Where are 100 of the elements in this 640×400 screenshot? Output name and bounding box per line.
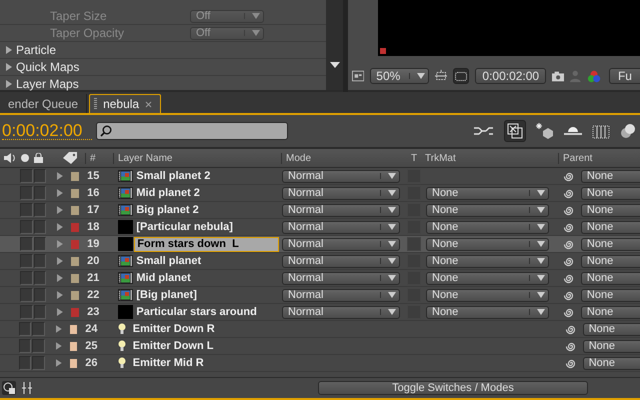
current-time-display[interactable]: 0:00:02:00	[2, 122, 92, 140]
color-channels-icon[interactable]	[586, 68, 601, 84]
mode-dropdown[interactable]: Normal	[282, 254, 400, 268]
timecode-display[interactable]: 0:00:02:00	[475, 68, 546, 84]
column-header[interactable]: #	[85, 152, 113, 164]
parent-dropdown[interactable]: None	[580, 254, 640, 268]
label-color-swatch[interactable]	[70, 342, 78, 350]
layout-icon[interactable]	[352, 70, 364, 82]
toggle-switches-modes-button[interactable]: Toggle Switches / Modes	[318, 381, 588, 395]
pick-whip-icon[interactable]	[563, 188, 574, 198]
preserve-transparency-checkbox[interactable]	[407, 237, 421, 251]
switch-box[interactable]	[19, 356, 32, 370]
collapsed-triangle-icon[interactable]	[6, 46, 12, 54]
solo-icon[interactable]	[21, 154, 29, 162]
expand-triangle-icon[interactable]	[56, 325, 62, 333]
expand-triangle-icon[interactable]	[56, 359, 62, 367]
parent-dropdown[interactable]: None	[582, 356, 640, 370]
pick-whip-icon[interactable]	[563, 204, 574, 216]
switch-box[interactable]	[34, 169, 46, 183]
track-matte-dropdown[interactable]: None	[426, 186, 550, 200]
switch-box[interactable]	[20, 169, 33, 183]
expand-triangle-icon[interactable]	[57, 308, 64, 316]
switch-box[interactable]	[20, 271, 33, 285]
flowchart-icon[interactable]	[474, 125, 494, 137]
lock-icon[interactable]	[34, 153, 43, 163]
switch-box[interactable]	[20, 203, 33, 217]
mode-dropdown[interactable]: Normal	[282, 220, 400, 234]
pick-whip-icon[interactable]	[563, 222, 574, 232]
layer-name[interactable]: Big planet 2	[134, 204, 282, 216]
expand-triangle-icon[interactable]	[57, 274, 64, 282]
label-color-swatch[interactable]	[71, 188, 80, 198]
column-header[interactable]: T	[411, 152, 421, 164]
pick-whip-icon[interactable]	[565, 340, 576, 352]
layer-row[interactable]: 21 Mid planet Normal None None	[0, 270, 640, 287]
layer-row[interactable]: 20 Small planet Normal None None	[0, 253, 640, 270]
track-matte-dropdown[interactable]: None	[426, 204, 550, 216]
switch-box[interactable]	[32, 356, 45, 370]
mode-dropdown[interactable]: Normal	[282, 186, 400, 200]
expand-triangle-icon[interactable]	[57, 189, 64, 197]
layer-name[interactable]: Mid planet 2	[134, 187, 282, 199]
pick-whip-icon[interactable]	[563, 306, 574, 318]
track-matte-dropdown[interactable]: None	[426, 272, 550, 284]
layer-row[interactable]: 25 Emitter Down L None	[0, 338, 640, 355]
pick-whip-icon[interactable]	[563, 256, 574, 266]
switch-box[interactable]	[20, 305, 33, 319]
layer-name[interactable]: Emitter Mid R	[130, 357, 274, 369]
expand-triangle-icon[interactable]	[57, 206, 64, 214]
pick-whip-icon[interactable]	[563, 290, 574, 300]
expand-triangle-icon[interactable]	[57, 223, 64, 231]
switch-box[interactable]	[20, 237, 32, 251]
layer-row[interactable]: 22 [Big planet] Normal None None	[0, 287, 640, 304]
track-matte-dropdown[interactable]: None	[426, 238, 550, 250]
mode-dropdown[interactable]: Normal	[282, 306, 400, 318]
layer-row[interactable]: 16 Mid planet 2 Normal None None	[0, 185, 640, 202]
switch-box[interactable]	[34, 254, 46, 268]
switch-box[interactable]	[20, 288, 33, 302]
column-header[interactable]: Parent	[558, 152, 618, 164]
switch-box[interactable]	[34, 288, 46, 302]
pick-whip-icon[interactable]	[565, 358, 576, 368]
label-color-swatch[interactable]	[71, 290, 80, 300]
search-field[interactable]	[96, 122, 288, 140]
parent-dropdown[interactable]: None	[580, 170, 640, 182]
camera-icon[interactable]	[552, 70, 564, 82]
layer-name[interactable]: Emitter Down R	[130, 323, 274, 335]
parent-dropdown[interactable]: None	[580, 204, 640, 216]
label-color-swatch[interactable]	[71, 222, 80, 232]
layer-row[interactable]: 24 Emitter Down R None	[0, 321, 640, 338]
label-color-swatch[interactable]	[71, 256, 80, 266]
crop-frame-icon[interactable]	[435, 69, 448, 83]
mode-dropdown[interactable]: Normal	[282, 272, 400, 284]
parent-dropdown[interactable]: None	[580, 220, 640, 234]
parent-dropdown[interactable]: None	[580, 186, 640, 200]
collapsed-triangle-icon[interactable]	[6, 63, 12, 71]
region-toggle-button[interactable]	[453, 68, 470, 84]
expand-triangle-icon[interactable]	[57, 172, 64, 180]
parent-dropdown[interactable]: None	[580, 288, 640, 302]
mode-dropdown[interactable]: Normal	[282, 170, 400, 182]
switch-box[interactable]	[20, 186, 33, 200]
layer-row[interactable]: 15 Small planet 2 Normal None	[0, 168, 640, 185]
layer-row[interactable]: 23 Particular stars around Normal None None	[0, 304, 640, 321]
expand-triangle-icon[interactable]	[57, 291, 64, 299]
label-color-swatch[interactable]	[71, 240, 80, 248]
layer-name[interactable]: [Big planet]	[134, 289, 282, 301]
draft-3d-button[interactable]	[504, 120, 526, 142]
parent-dropdown[interactable]: None	[580, 238, 640, 250]
parent-dropdown[interactable]: None	[582, 322, 640, 336]
label-tag-icon[interactable]	[63, 152, 77, 164]
expand-triangle-icon[interactable]	[56, 342, 62, 350]
scroll-down-arrow-icon[interactable]	[330, 62, 340, 68]
switch-box[interactable]	[19, 322, 32, 336]
label-color-swatch[interactable]	[70, 358, 78, 368]
expand-triangle-icon[interactable]	[57, 240, 64, 248]
column-header[interactable]: Mode	[281, 152, 411, 164]
group-label[interactable]: Layer Maps	[16, 77, 79, 91]
preserve-transparency-checkbox[interactable]	[407, 169, 422, 183]
pick-whip-icon[interactable]	[563, 238, 574, 250]
label-color-swatch[interactable]	[71, 206, 80, 214]
layer-name[interactable]: [Particular nebula]	[134, 221, 282, 233]
track-matte-dropdown[interactable]: None	[426, 254, 550, 268]
pick-whip-icon[interactable]	[563, 272, 574, 284]
